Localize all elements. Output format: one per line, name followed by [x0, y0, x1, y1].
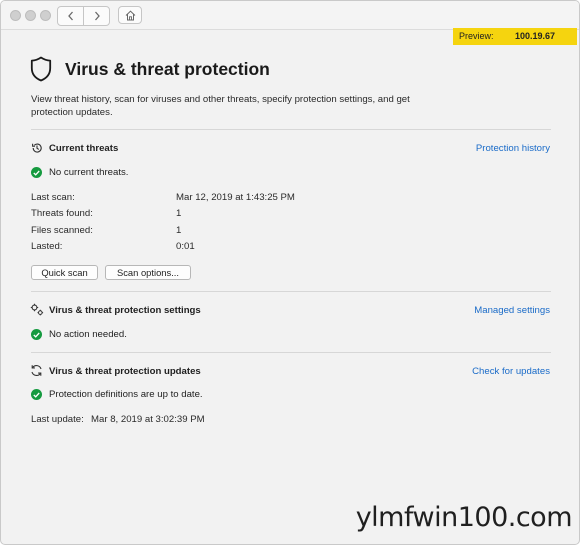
last-update-label: Last update: [31, 414, 84, 425]
current-threats-status: No current threats. [31, 167, 128, 178]
section-divider [31, 129, 551, 130]
history-icon [32, 143, 42, 153]
watermark-text: ylmfwin100.com [355, 502, 573, 533]
section-divider [31, 291, 551, 292]
files-scanned-value: 1 [176, 225, 182, 236]
gear-icon [30, 303, 44, 316]
minimize-window-button[interactable] [25, 10, 36, 21]
preview-banner: Preview: 100.19.67 [453, 28, 577, 45]
page-title: Virus & threat protection [65, 59, 270, 79]
lasted-value: 0:01 [176, 241, 195, 252]
shield-icon [30, 56, 52, 82]
updates-status-text: Protection definitions are up to date. [49, 389, 203, 400]
settings-status-text: No action needed. [49, 329, 127, 340]
threats-found-value: 1 [176, 208, 182, 219]
settings-title: Virus & threat protection settings [49, 305, 201, 316]
current-threats-status-text: No current threats. [49, 167, 129, 178]
check-circle-icon [31, 167, 42, 178]
lasted-label: Lasted: [31, 241, 63, 252]
back-icon [67, 11, 73, 21]
page-description: View threat history, scan for viruses an… [31, 94, 410, 118]
preview-version: 100.19.67 [515, 31, 556, 41]
current-threats-title: Current threats [49, 143, 119, 154]
files-scanned-label: Files scanned: [31, 225, 93, 236]
managed-settings-link[interactable]: Managed settings [474, 305, 550, 316]
app-window: Preview: 100.19.67 Virus & threat protec… [0, 0, 580, 545]
title-bar [1, 1, 579, 30]
scan-options-button[interactable]: Scan options... [105, 265, 191, 280]
check-circle-icon [31, 329, 42, 340]
quick-scan-button[interactable]: Quick scan [31, 265, 98, 280]
zoom-window-button[interactable] [40, 10, 51, 21]
forward-button[interactable] [83, 7, 109, 25]
updates-title: Virus & threat protection updates [49, 366, 201, 377]
home-button[interactable] [118, 6, 142, 24]
threats-found-label: Threats found: [31, 208, 93, 219]
check-for-updates-link[interactable]: Check for updates [472, 366, 550, 377]
last-update-value: Mar 8, 2019 at 3:02:39 PM [91, 414, 205, 425]
last-scan-label: Last scan: [31, 192, 75, 203]
back-button[interactable] [58, 7, 83, 25]
refresh-icon [31, 365, 42, 376]
section-divider [31, 352, 551, 353]
last-scan-value: Mar 12, 2019 at 1:43:25 PM [176, 192, 295, 203]
preview-label: Preview: [459, 31, 494, 41]
updates-status: Protection definitions are up to date. [31, 389, 203, 400]
close-window-button[interactable] [10, 10, 21, 21]
settings-status: No action needed. [31, 329, 127, 340]
home-icon [125, 10, 135, 20]
forward-icon [94, 11, 100, 21]
navigation-buttons [57, 6, 110, 26]
protection-history-link[interactable]: Protection history [476, 143, 550, 154]
check-circle-icon [31, 389, 42, 400]
